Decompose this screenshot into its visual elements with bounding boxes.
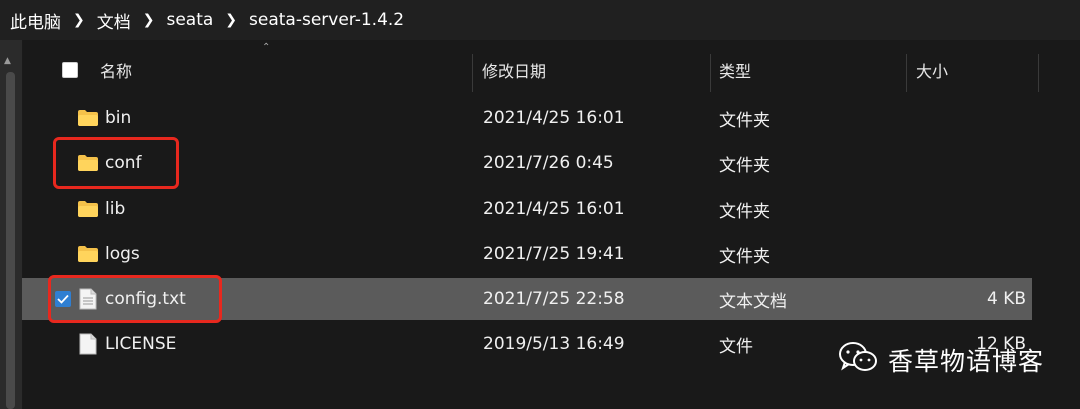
column-divider[interactable] [1038, 54, 1039, 92]
scrollbar-thumb[interactable] [6, 72, 15, 409]
file-name: LICENSE [105, 334, 177, 354]
column-header-type[interactable]: 类型 [719, 44, 751, 96]
folder-icon [77, 233, 99, 275]
file-name: bin [105, 108, 132, 128]
column-header-name[interactable]: 名称 [100, 44, 132, 96]
folder-icon [77, 97, 99, 139]
column-divider[interactable] [472, 54, 473, 92]
breadcrumb-item-seata[interactable]: seata [166, 10, 213, 30]
file-type: 文件 [719, 336, 753, 357]
wechat-icon [838, 340, 878, 380]
file-modified: 2019/5/13 16:49 [483, 334, 625, 354]
watermark-text: 香草物语博客 [888, 347, 1045, 376]
file-size: 4 KB [986, 289, 1026, 309]
file-name: lib [105, 199, 126, 219]
checkbox-icon [62, 62, 78, 78]
navigation-scrollbar[interactable]: ▲ [0, 40, 23, 409]
file-type: 文本文档 [719, 291, 787, 312]
select-all-checkbox[interactable] [62, 44, 78, 96]
column-header-row: ⌃ 名称 修改日期 类型 大小 [22, 42, 1080, 96]
scroll-up-arrow-icon[interactable]: ▲ [4, 56, 11, 66]
file-modified: 2021/4/25 16:01 [483, 199, 625, 219]
chevron-right-icon: ❯ [225, 12, 238, 28]
file-row-bin[interactable]: bin 2021/4/25 16:01 文件夹 [22, 97, 1032, 139]
file-row-logs[interactable]: logs 2021/7/25 19:41 文件夹 [22, 233, 1032, 275]
sort-ascending-icon: ⌃ [262, 42, 271, 53]
column-divider[interactable] [710, 54, 711, 92]
highlight-box-conf [53, 137, 179, 189]
highlight-box-config-txt [48, 275, 222, 323]
breadcrumb: 此电脑 ❯ 文档 ❯ seata ❯ seata-server-1.4.2 [0, 0, 1080, 40]
file-type: 文件夹 [719, 246, 770, 267]
file-name: logs [105, 244, 140, 264]
file-type: 文件夹 [719, 155, 770, 176]
chevron-right-icon: ❯ [142, 12, 155, 28]
folder-icon [77, 188, 99, 230]
file-row-lib[interactable]: lib 2021/4/25 16:01 文件夹 [22, 188, 1032, 230]
column-header-modified[interactable]: 修改日期 [482, 44, 546, 96]
file-modified: 2021/7/26 0:45 [483, 153, 614, 173]
breadcrumb-item-seata-server[interactable]: seata-server-1.4.2 [249, 10, 404, 30]
chevron-right-icon: ❯ [73, 12, 85, 28]
column-header-size[interactable]: 大小 [916, 44, 948, 96]
file-type: 文件夹 [719, 110, 770, 131]
file-icon [79, 323, 97, 365]
file-modified: 2021/7/25 19:41 [483, 244, 625, 264]
file-type: 文件夹 [719, 201, 770, 222]
column-divider[interactable] [906, 54, 907, 92]
file-modified: 2021/7/25 22:58 [483, 289, 625, 309]
watermark: 香草物语博客 [838, 337, 1044, 383]
file-modified: 2021/4/25 16:01 [483, 108, 625, 128]
breadcrumb-item-documents[interactable]: 文档 [97, 8, 131, 33]
breadcrumb-item-this-pc[interactable]: 此电脑 [10, 8, 61, 33]
